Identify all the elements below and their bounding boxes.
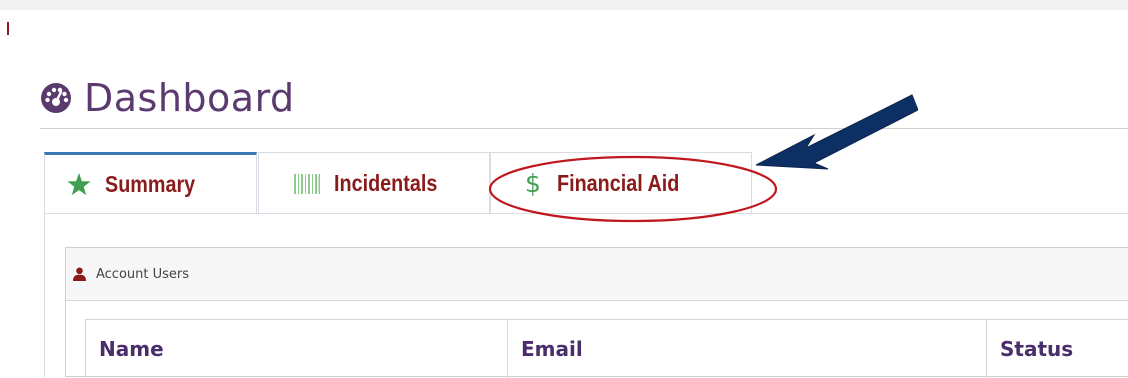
panel-header: Account Users: [66, 248, 1128, 301]
users-table-header: Name Email Status: [85, 319, 1128, 378]
tab-incidentals-label: Incidentals: [334, 170, 438, 196]
tab-financial-aid-label: Financial Aid: [556, 170, 680, 196]
star-icon: [67, 173, 91, 196]
tab-incidentals[interactable]: Incidentals: [258, 152, 490, 214]
column-header-status[interactable]: Status: [987, 320, 1128, 378]
panel-title: Account Users: [96, 266, 190, 282]
content-border: [44, 213, 45, 377]
page-header: Dashboard: [40, 72, 295, 124]
account-users-panel: Account Users Name Email Status: [65, 247, 1128, 378]
dollar-icon: $: [525, 169, 541, 198]
top-strip: [0, 0, 1128, 10]
title-divider: [40, 128, 1128, 129]
page-title: Dashboard: [84, 76, 295, 120]
left-edge-mark: [7, 22, 9, 35]
tab-financial-aid[interactable]: $ Financial Aid: [490, 152, 752, 214]
column-header-email[interactable]: Email: [508, 320, 987, 378]
barcode-icon: [294, 173, 320, 194]
dashboard-gauge-icon: [41, 83, 71, 113]
pointer-arrow-annotation: [756, 94, 918, 170]
tabs-divider: [44, 213, 1128, 214]
tab-summary-label: Summary: [105, 171, 196, 197]
column-header-name[interactable]: Name: [86, 320, 508, 378]
tab-summary[interactable]: Summary: [44, 152, 257, 214]
user-icon: [73, 267, 86, 281]
